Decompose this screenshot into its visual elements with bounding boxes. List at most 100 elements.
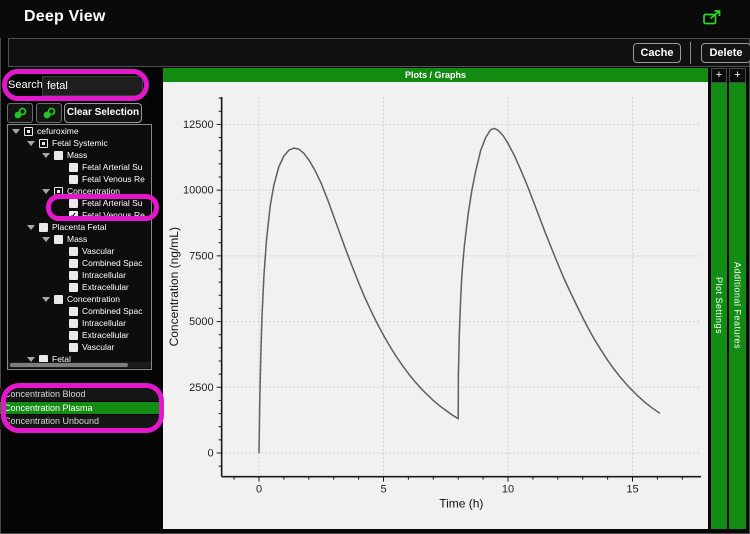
tree-item-label: Concentration — [67, 186, 120, 196]
expand-arrow-icon[interactable] — [27, 140, 35, 146]
expand-arrow-icon[interactable] — [42, 236, 50, 242]
toolbar: Cache Delete — [8, 38, 750, 67]
checkbox-unchecked[interactable] — [69, 270, 78, 280]
tree-item-label: Fetal Arterial Su — [82, 198, 143, 208]
tree-horizontal-scrollbar[interactable] — [8, 362, 151, 368]
tree-item-intracellular[interactable]: Intracellular — [8, 269, 151, 281]
y-tick-label: 5000 — [189, 316, 213, 328]
tree-item-fetal-venous-re[interactable]: Fetal Venous Re — [8, 173, 151, 185]
checkbox-unchecked[interactable] — [69, 282, 78, 292]
green-tag-icon — [43, 107, 56, 118]
checkbox-checked[interactable]: ✓ — [69, 210, 78, 220]
tree-item-combined-spac[interactable]: Combined Spac — [8, 257, 151, 269]
y-tick-label: 0 — [208, 448, 214, 460]
list-item-concentration-plasma[interactable]: Concentration Plasma — [0, 401, 163, 415]
tree-item-placenta-fetal[interactable]: Placenta Fetal — [8, 221, 151, 233]
concentration-type-list: Concentration Blood Concentration Plasma C… — [0, 388, 163, 429]
tree-item-vascular[interactable]: Vascular — [8, 245, 151, 257]
tree-item-concentration[interactable]: Concentration — [8, 293, 151, 305]
additional-features-label: Additional Features — [732, 262, 743, 350]
add-feature-button[interactable]: + — [729, 68, 746, 83]
green-tag-icon — [14, 107, 27, 118]
add-plot-button[interactable]: + — [711, 68, 727, 83]
checkbox-unchecked[interactable] — [69, 330, 78, 340]
toolbar-divider — [690, 42, 691, 64]
y-tick-label: 12500 — [183, 119, 214, 131]
checkbox-partial[interactable] — [24, 126, 33, 136]
checkbox-unchecked[interactable] — [69, 162, 78, 172]
checkbox-unchecked[interactable] — [69, 306, 78, 316]
expand-arrow-icon[interactable] — [42, 296, 50, 302]
tree-item-label: Combined Spac — [82, 306, 143, 316]
checkbox-unchecked[interactable] — [69, 198, 78, 208]
y-tick-label: 7500 — [189, 250, 213, 262]
expand-arrow-icon[interactable] — [27, 356, 35, 362]
checkbox-unchecked[interactable] — [69, 318, 78, 328]
tree-item-label: Combined Spac — [82, 258, 143, 268]
tree-item-label: Vascular — [82, 342, 115, 352]
y-tick-label: 10000 — [183, 185, 214, 197]
open-external-icon[interactable] — [703, 10, 722, 30]
expand-arrow-icon[interactable] — [12, 128, 20, 134]
search-input[interactable] — [42, 76, 143, 96]
delete-button[interactable]: Delete — [701, 43, 750, 63]
tree-item-label: Vascular — [82, 246, 115, 256]
tree-item-label: Fetal Systemic — [52, 138, 108, 148]
tree-item-cefuroxime[interactable]: cefuroxime — [8, 125, 151, 137]
checkbox-unchecked[interactable] — [69, 246, 78, 256]
checkbox-unchecked[interactable] — [54, 150, 63, 160]
tree-item-label: Intracellular — [82, 270, 126, 280]
checkbox-unchecked[interactable] — [54, 234, 63, 244]
tree-item-fetal-venous-re[interactable]: ✓ Fetal Venous Re — [8, 209, 151, 221]
list-item-concentration-blood[interactable]: Concentration Blood — [0, 388, 163, 402]
tree-item-vascular[interactable]: Vascular — [8, 341, 151, 353]
tab-additional-features[interactable]: Additional Features — [729, 83, 746, 529]
x-axis-label: Time (h) — [439, 497, 483, 511]
additional-features-strip: + Additional Features — [729, 68, 746, 529]
tree-item-concentration[interactable]: Concentration — [8, 185, 151, 197]
tree-item-label: Intracellular — [82, 318, 126, 328]
tree-item-combined-spac[interactable]: Combined Spac — [8, 305, 151, 317]
checkbox-unchecked[interactable] — [39, 222, 48, 232]
app-window: Deep View Cache Delete Search Clear Sele… — [0, 0, 750, 534]
list-item-concentration-unbound[interactable]: Concentration Unbound — [0, 415, 163, 429]
tab-plot-settings[interactable]: Plot Settings — [711, 83, 727, 529]
tree-item-label: Fetal Arterial Su — [82, 162, 143, 172]
tree-item-mass[interactable]: Mass — [8, 233, 151, 245]
checkbox-partial[interactable] — [39, 138, 48, 148]
tree-item-fetal-arterial-su[interactable]: Fetal Arterial Su — [8, 161, 151, 173]
expand-arrow-icon[interactable] — [42, 152, 50, 158]
expand-arrow-icon[interactable] — [27, 224, 35, 230]
concentration-curve — [258, 127, 661, 454]
tree-item-fetal-arterial-su[interactable]: Fetal Arterial Su — [8, 197, 151, 209]
tree-item-intracellular[interactable]: Intracellular — [8, 317, 151, 329]
tree-item-extracellular[interactable]: Extracellular — [8, 329, 151, 341]
tree-item-label: Placenta Fetal — [52, 222, 107, 232]
concentration-chart[interactable]: 0 5 10 15 0 2500 5000 7500 10000 12500 Time (h) Con… — [163, 82, 708, 529]
tree-item-fetal-systemic[interactable]: Fetal Systemic — [8, 137, 151, 149]
checkbox-partial[interactable] — [54, 186, 63, 196]
checkbox-unchecked[interactable] — [69, 174, 78, 184]
tree-item-label: Extracellular — [82, 330, 129, 340]
select-all-button[interactable] — [7, 103, 33, 123]
checkbox-unchecked[interactable] — [69, 258, 78, 268]
expand-arrow-icon[interactable] — [42, 188, 50, 194]
checkbox-unchecked[interactable] — [54, 294, 63, 304]
tree-item-mass[interactable]: Mass — [8, 149, 151, 161]
clear-selection-button[interactable]: Clear Selection — [64, 103, 142, 123]
scrollbar-thumb[interactable] — [10, 363, 128, 367]
variable-tree[interactable]: cefuroxime Fetal Systemic Mass Fetal Arteri… — [7, 124, 152, 370]
deselect-all-button[interactable] — [36, 103, 62, 123]
tree-item-label: Fetal Venous Re — [82, 174, 145, 184]
tree-item-extracellular[interactable]: Extracellular — [8, 281, 151, 293]
checkbox-unchecked[interactable] — [69, 342, 78, 352]
cache-button[interactable]: Cache — [633, 43, 681, 63]
tree-item-label: cefuroxime — [37, 126, 79, 136]
tree-item-label: Mass — [67, 150, 88, 160]
